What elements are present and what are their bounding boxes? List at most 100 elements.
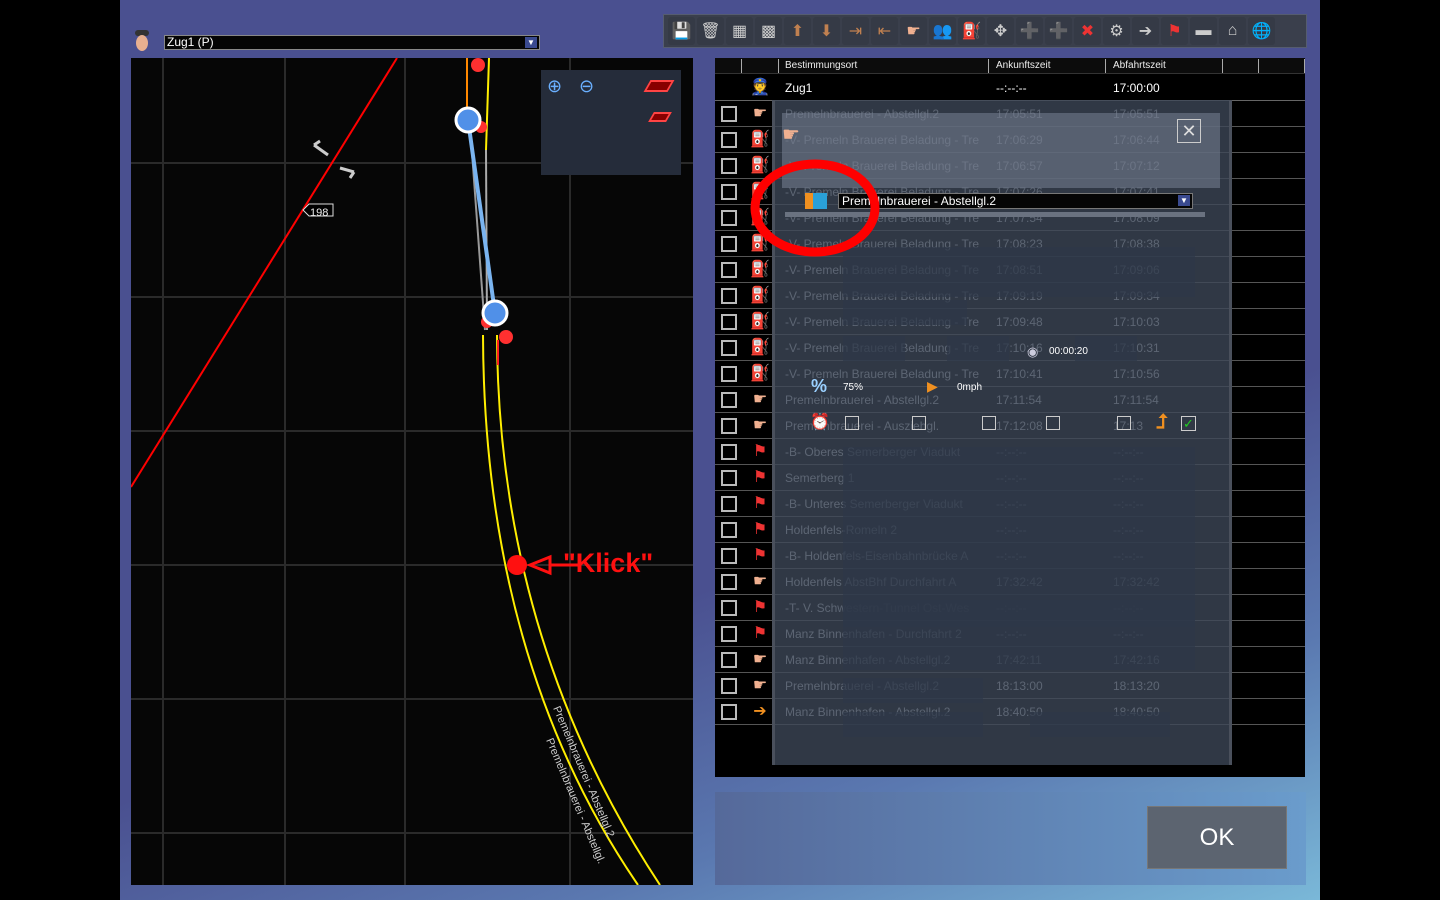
hand-icon[interactable]: ☛: [900, 17, 927, 45]
row-checkbox[interactable]: [721, 626, 737, 642]
checkbox[interactable]: [1046, 416, 1060, 430]
flag-icon[interactable]: ⚑: [1161, 17, 1188, 45]
globe-icon[interactable]: 🌐: [1248, 17, 1275, 45]
hand-icon: ☛: [782, 124, 800, 146]
row-checkbox[interactable]: [721, 548, 737, 564]
click-point[interactable]: [507, 555, 527, 575]
add-after-icon[interactable]: ➕: [1016, 17, 1043, 45]
add-before-icon[interactable]: ➕: [1045, 17, 1072, 45]
hand-icon: ☛: [752, 417, 768, 434]
percent-icon: %: [811, 376, 828, 396]
row-checkbox[interactable]: [721, 262, 737, 278]
chevron-down-icon[interactable]: ▼: [525, 37, 537, 48]
row-checkbox[interactable]: [721, 574, 737, 590]
zoom-out-icon[interactable]: ⊖: [579, 76, 594, 97]
track-tool-icon[interactable]: [643, 80, 675, 92]
load-percent[interactable]: 75%: [843, 382, 863, 393]
waypoint-dot[interactable]: [471, 58, 485, 72]
row-checkbox[interactable]: [721, 652, 737, 668]
speed-value[interactable]: 0mph: [957, 382, 982, 393]
row-checkbox[interactable]: [721, 704, 737, 720]
waypoint-dot[interactable]: [499, 330, 513, 344]
insert-before-icon[interactable]: ⇤: [871, 17, 898, 45]
row-checkbox[interactable]: [721, 314, 737, 330]
reverse-icon[interactable]: ⮥: [1156, 411, 1168, 434]
row-checkbox[interactable]: [721, 340, 737, 356]
loader-icon: ⛽: [750, 287, 770, 304]
train-row[interactable]: 👮 Zug1 --:--:-- 17:00:00: [715, 75, 1305, 101]
train-select[interactable]: Zug1 (P) ▼: [164, 35, 540, 50]
save-icon[interactable]: 💾: [668, 17, 695, 45]
track-yellow-top: [485, 58, 490, 151]
klick-annotation: "Klick": [563, 548, 653, 578]
train-name: Zug1: [785, 81, 813, 95]
route-node[interactable]: [454, 106, 482, 134]
row-checkbox[interactable]: [721, 678, 737, 694]
map-tools-panel: ⊕ ⊖: [541, 70, 681, 175]
checkbox[interactable]: [1117, 416, 1131, 430]
row-checkbox[interactable]: [721, 444, 737, 460]
row-checkbox[interactable]: [721, 366, 737, 382]
row-checkbox[interactable]: [721, 132, 737, 148]
grid-gray-icon[interactable]: ▦: [726, 17, 753, 45]
hand-icon: ☛: [752, 651, 768, 668]
chevron-down-icon[interactable]: ▼: [1178, 195, 1190, 206]
hand-icon: ☛: [752, 677, 768, 694]
row-checkbox[interactable]: [721, 184, 737, 200]
expand-icon[interactable]: ✥: [987, 17, 1014, 45]
passengers-icon[interactable]: 👥: [929, 17, 956, 45]
ok-button[interactable]: OK: [1147, 806, 1287, 869]
header-arrival[interactable]: Ankunftszeit: [996, 60, 1050, 71]
loader-icon: ⛽: [750, 131, 770, 148]
signal-label: 198: [310, 207, 328, 219]
highlight-circle: [750, 159, 880, 257]
row-checkbox[interactable]: [721, 288, 737, 304]
track-edit-icon[interactable]: [648, 112, 672, 122]
insert-after-icon[interactable]: ⇥: [842, 17, 869, 45]
flag-icon: ⚑: [752, 469, 768, 486]
checkbox[interactable]: [912, 416, 926, 430]
row-checkbox[interactable]: [721, 496, 737, 512]
row-checkbox[interactable]: [721, 418, 737, 434]
hand-icon: ☛: [752, 573, 768, 590]
destination-select[interactable]: Premelnbrauerei - Abstellgl.2 ▼: [838, 193, 1193, 209]
arrival-time: --:--:--: [996, 81, 1027, 95]
button-panel: OK: [715, 792, 1306, 885]
remove-icon[interactable]: ✖: [1074, 17, 1101, 45]
loader-icon[interactable]: ⛽: [958, 17, 985, 45]
move-down-icon[interactable]: ⬇: [813, 17, 840, 45]
speed-icon: ▶: [927, 378, 938, 394]
flag-icon: ⚑: [752, 547, 768, 564]
row-checkbox[interactable]: [721, 210, 737, 226]
route-node[interactable]: [481, 299, 509, 327]
row-checkbox[interactable]: [721, 470, 737, 486]
row-checkbox[interactable]: [721, 158, 737, 174]
checkbox[interactable]: [982, 416, 996, 430]
train-select-value: Zug1 (P): [167, 35, 214, 49]
header-destination[interactable]: Bestimmungsort: [785, 60, 857, 71]
checkbox-checked[interactable]: ✓: [1181, 416, 1196, 431]
row-checkbox[interactable]: [721, 392, 737, 408]
settings-icon[interactable]: ⚙: [1103, 17, 1130, 45]
close-icon[interactable]: ✕: [1177, 119, 1201, 143]
station-icon[interactable]: ⌂: [1219, 17, 1246, 45]
door-icon: ➔: [753, 703, 767, 720]
departure-time: 17:00:00: [1113, 81, 1160, 95]
move-up-icon[interactable]: ⬆: [784, 17, 811, 45]
map-grid: [131, 58, 693, 885]
row-checkbox[interactable]: [721, 522, 737, 538]
door-icon[interactable]: ➔: [1132, 17, 1159, 45]
header-departure[interactable]: Abfahrtszeit: [1113, 60, 1166, 71]
train-icon[interactable]: ▬: [1190, 17, 1217, 45]
track-map[interactable]: 198 "Klick" Premelnbrauerei - Abstellgl.…: [131, 58, 693, 885]
trash-icon[interactable]: 🗑: [697, 17, 724, 45]
row-checkbox[interactable]: [721, 236, 737, 252]
checkbox[interactable]: [845, 416, 859, 430]
zoom-in-icon[interactable]: ⊕: [547, 76, 562, 97]
row-checkbox[interactable]: [721, 600, 737, 616]
row-checkbox[interactable]: [721, 106, 737, 122]
wait-time[interactable]: 00:00:20: [1049, 346, 1088, 357]
flag-icon: ⚑: [752, 521, 768, 538]
loader-icon: ⛽: [750, 313, 770, 330]
grid-green-icon[interactable]: ▩: [755, 17, 782, 45]
